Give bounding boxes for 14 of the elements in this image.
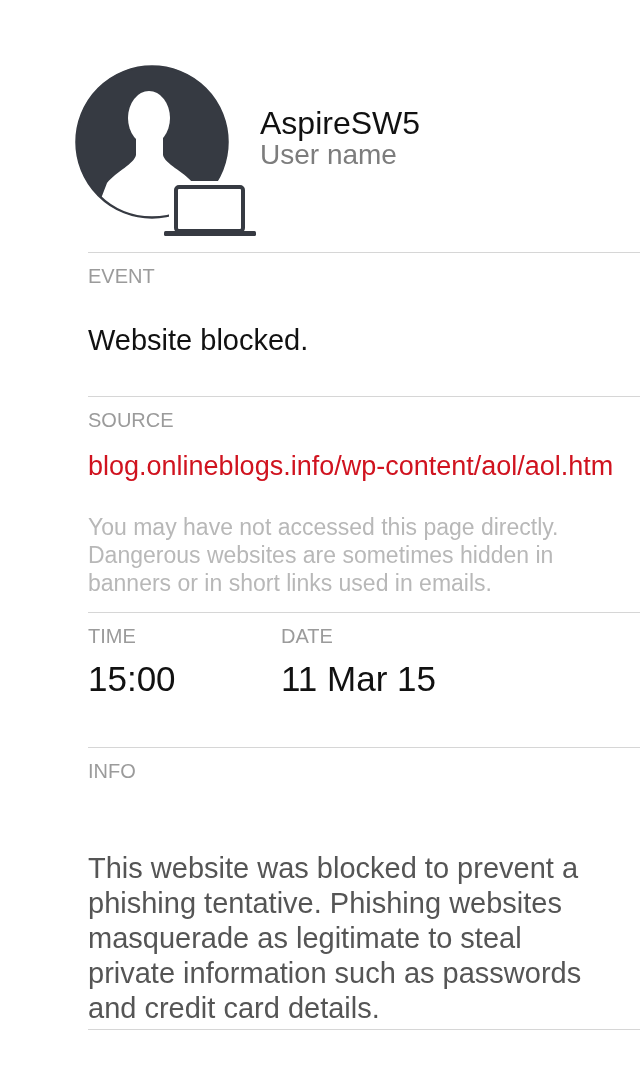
subtitle: User name [260,140,397,170]
source-note: You may have not accessed this page directly. Dangerous websites are sometimes hidden in banners or in short links used in emails. [88,513,560,597]
source-url: blog.onlineblogs.info/wp-content/aol/aol.htm [88,450,615,482]
field-label: DATE [281,624,334,648]
info-text: This website was blocked to prevent a phishing tentative. Phishing websites masquerade as legitimate to steal private information such as passwords and credit card details. [88,851,583,1026]
laptop-icon [164,185,256,237]
device-name: AspireSW5 [260,106,421,140]
event-text: Website blocked. [88,323,310,357]
field-value: 15:00 [88,659,177,699]
section-label: SOURCE [88,408,175,432]
section-label: INFO [88,759,137,783]
field-label: TIME [88,624,137,648]
section-label: EVENT [88,264,156,288]
field-value: 11 Mar 15 [281,659,437,699]
